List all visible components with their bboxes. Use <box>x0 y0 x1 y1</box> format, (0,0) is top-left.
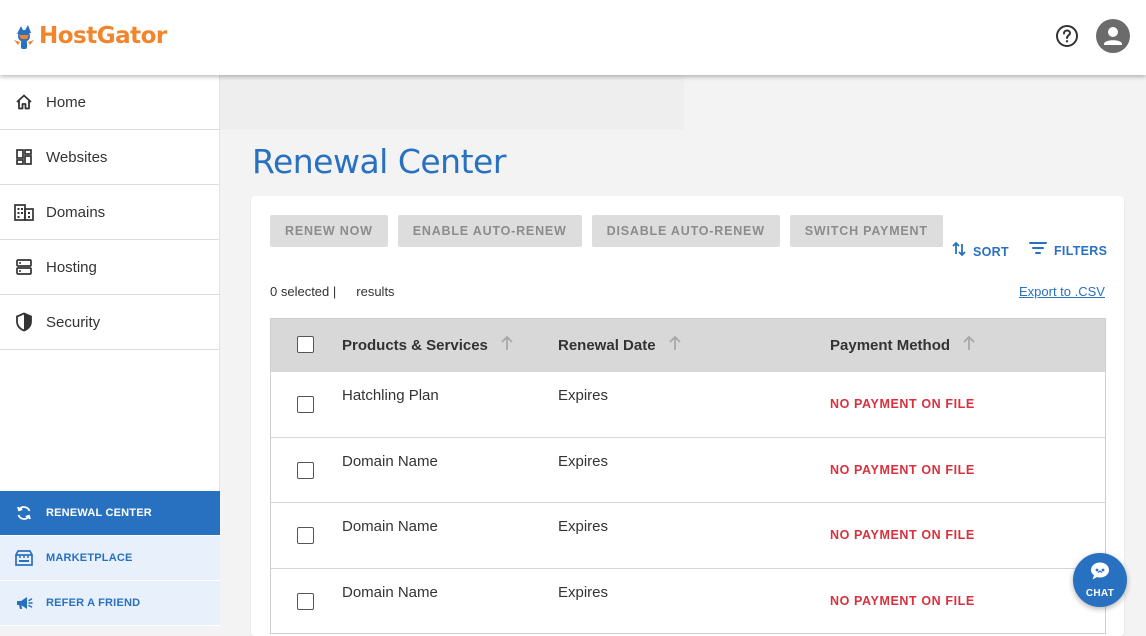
sidebar-item-label: REFER A FRIEND <box>46 597 141 609</box>
sort-button[interactable]: SORT <box>951 240 1009 263</box>
results-count: results <box>356 284 395 299</box>
row-checkbox[interactable] <box>297 592 314 610</box>
column-label: Payment Method <box>830 336 951 354</box>
table-row: Hatchling Plan Expires NO PAYMENT ON FIL… <box>271 371 1105 437</box>
sidebar-item-marketplace[interactable]: MARKETPLACE <box>0 536 220 581</box>
renewal-date: Expires <box>558 387 609 404</box>
sidebar-item-label: Hosting <box>46 258 97 276</box>
product-name: Hatchling Plan <box>342 387 439 404</box>
banner-placeholder <box>220 75 684 130</box>
sidebar-item-security[interactable]: Security <box>0 295 219 350</box>
sidebar-item-websites[interactable]: Websites <box>0 130 219 185</box>
refresh-icon <box>14 503 34 523</box>
export-csv-link[interactable]: Export to .CSV <box>1019 284 1105 299</box>
selection-summary: 0 selected | results <box>270 284 395 299</box>
table-row: Domain Name Expires NO PAYMENT ON FILE <box>271 567 1105 634</box>
sidebar-item-label: Domains <box>46 203 106 221</box>
sidebar-item-refer-a-friend[interactable]: REFER A FRIEND <box>0 581 220 626</box>
sidebar-item-label: RENEWAL CENTER <box>46 507 152 519</box>
sidebar-item-label: Websites <box>46 148 108 166</box>
storefront-icon <box>14 548 34 568</box>
select-all-checkbox[interactable] <box>297 336 314 353</box>
user-avatar-icon[interactable] <box>1096 19 1130 53</box>
row-checkbox[interactable] <box>297 396 314 413</box>
row-checkbox[interactable] <box>297 527 314 544</box>
help-circle-icon[interactable] <box>1055 24 1079 48</box>
row-checkbox[interactable] <box>297 461 314 479</box>
chat-bubble-icon <box>1089 561 1111 586</box>
top-header: HostGator <box>0 0 1146 75</box>
column-label: Products & Services <box>342 336 488 354</box>
page-title: Renewal Center <box>252 142 506 181</box>
renewal-date: Expires <box>558 518 609 535</box>
selected-count: 0 selected | <box>270 284 337 299</box>
sort-arrow-up-icon <box>668 335 682 355</box>
sort-icon <box>951 240 967 263</box>
product-name: Domain Name <box>342 452 438 470</box>
sidebar-item-home[interactable]: Home <box>0 75 219 130</box>
payment-status: NO PAYMENT ON FILE <box>830 593 975 608</box>
chat-button[interactable]: CHAT <box>1073 553 1127 607</box>
server-icon <box>14 257 34 277</box>
bulk-actions: RENEW NOW ENABLE AUTO-RENEW DISABLE AUTO… <box>270 215 953 247</box>
building-icon <box>14 202 34 222</box>
table-row: Domain Name Expires NO PAYMENT ON FILE <box>271 502 1105 568</box>
column-header-renewal-date[interactable]: Renewal Date <box>558 335 682 355</box>
sidebar-item-renewal-center[interactable]: RENEWAL CENTER <box>0 491 220 536</box>
payment-status: NO PAYMENT ON FILE <box>830 528 975 542</box>
renewal-date: Expires <box>558 583 609 601</box>
home-icon <box>14 92 34 112</box>
brand-name: HostGator <box>39 23 167 49</box>
chat-label: CHAT <box>1085 588 1115 599</box>
filters-label: FILTERS <box>1054 243 1108 258</box>
megaphone-icon <box>14 593 34 613</box>
hostgator-logo[interactable]: HostGator <box>12 20 167 52</box>
sidebar-secondary-nav: RENEWAL CENTER MARKETPLACE REFER A FRIEN… <box>0 491 220 626</box>
sort-arrow-up-icon <box>962 335 976 355</box>
sidebar-item-hosting[interactable]: Hosting <box>0 240 219 295</box>
sidebar-item-label: Security <box>46 313 101 331</box>
renew-now-button[interactable]: RENEW NOW <box>270 215 388 247</box>
enable-auto-renew-button[interactable]: ENABLE AUTO-RENEW <box>397 215 582 247</box>
payment-status: NO PAYMENT ON FILE <box>830 462 975 477</box>
switch-payment-button[interactable]: SWITCH PAYMENT <box>789 215 943 247</box>
sort-label: SORT <box>973 244 1009 259</box>
renewal-date: Expires <box>558 452 609 470</box>
column-header-products[interactable]: Products & Services <box>342 335 514 355</box>
product-name: Domain Name <box>342 518 438 535</box>
dashboard-icon <box>14 147 34 167</box>
shield-icon <box>14 312 34 332</box>
gator-mascot-icon <box>12 20 36 52</box>
sidebar: Home Websites Domains Hosting Security R… <box>0 75 220 626</box>
filter-icon <box>1028 240 1048 261</box>
sidebar-item-label: Home <box>46 93 87 111</box>
product-name: Domain Name <box>342 583 438 601</box>
renewals-table: Products & Services Renewal Date Payment… <box>270 318 1106 634</box>
payment-status: NO PAYMENT ON FILE <box>830 397 975 411</box>
renewal-card: RENEW NOW ENABLE AUTO-RENEW DISABLE AUTO… <box>251 196 1124 636</box>
sidebar-item-domains[interactable]: Domains <box>0 185 219 240</box>
table-header: Products & Services Renewal Date Payment… <box>271 319 1105 371</box>
filters-button[interactable]: FILTERS <box>1028 240 1107 261</box>
disable-auto-renew-button[interactable]: DISABLE AUTO-RENEW <box>591 215 780 247</box>
column-header-payment-method[interactable]: Payment Method <box>830 335 976 355</box>
sidebar-item-label: MARKETPLACE <box>46 552 133 564</box>
sort-arrow-up-icon <box>500 335 514 355</box>
table-row: Domain Name Expires NO PAYMENT ON FILE <box>271 436 1105 503</box>
column-label: Renewal Date <box>558 336 656 354</box>
